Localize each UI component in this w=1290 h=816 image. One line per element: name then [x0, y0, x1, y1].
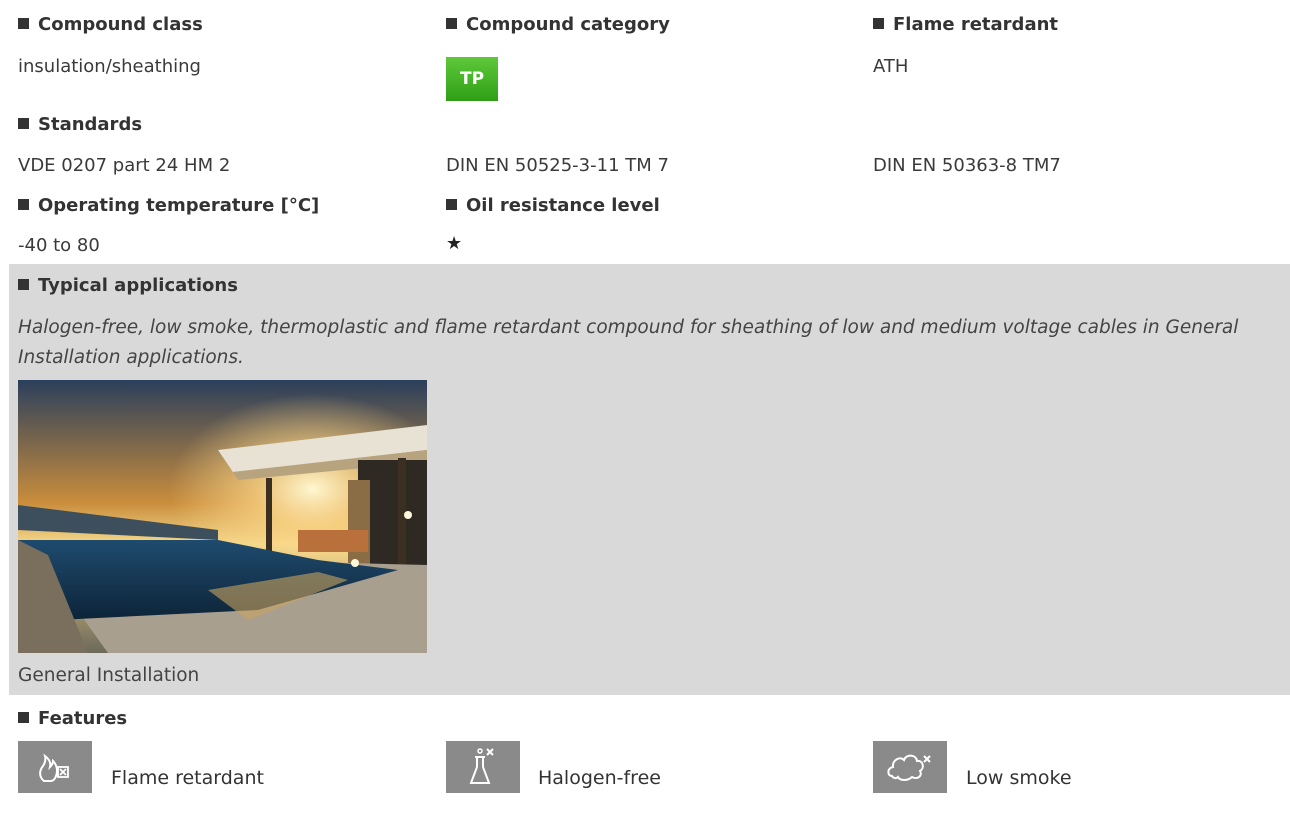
oil-resistance-heading: Oil resistance level — [446, 195, 660, 216]
flame-retardant-heading-text: Flame retardant — [893, 14, 1059, 35]
typical-applications-description: Halogen-free, low smoke, thermoplastic a… — [18, 317, 1239, 368]
bullet-square-icon — [18, 712, 29, 723]
standard-item: DIN EN 50363-8 TM7 — [873, 155, 1061, 176]
compound-class-heading-text: Compound class — [38, 14, 203, 35]
oil-resistance-stars: ★ — [446, 233, 463, 254]
flame-retardant-value: ATH — [873, 56, 909, 77]
standard-item: VDE 0207 part 24 HM 2 — [18, 155, 231, 176]
standards-heading-text: Standards — [38, 114, 143, 135]
general-installation-caption: General Installation — [18, 665, 200, 686]
bullet-square-icon — [18, 18, 29, 29]
compound-class-value: insulation/sheathing — [18, 56, 201, 77]
compound-class-heading: Compound class — [18, 14, 203, 35]
typical-applications-heading-text: Typical applications — [38, 275, 238, 296]
standards-heading: Standards — [18, 114, 142, 135]
compound-category-badge: TP — [446, 57, 498, 101]
features-heading: Features — [18, 708, 127, 729]
feature-label-low-smoke: Low smoke — [966, 767, 1072, 789]
feature-label-flame-retardant: Flame retardant — [111, 767, 264, 789]
low-smoke-icon — [873, 741, 947, 793]
features-heading-text: Features — [38, 708, 128, 729]
compound-category-heading-text: Compound category — [466, 14, 670, 35]
operating-temperature-heading-text: Operating temperature [°C] — [38, 195, 320, 216]
oil-resistance-heading-text: Oil resistance level — [466, 195, 660, 216]
bullet-square-icon — [18, 118, 29, 129]
feature-label-halogen-free: Halogen-free — [538, 767, 661, 789]
bullet-square-icon — [873, 18, 884, 29]
general-installation-photo — [18, 380, 427, 653]
halogen-free-icon — [446, 741, 520, 793]
flame-retardant-icon — [18, 741, 92, 793]
operating-temperature-heading: Operating temperature [°C] — [18, 195, 319, 216]
bullet-square-icon — [446, 199, 457, 210]
bullet-square-icon — [18, 279, 29, 290]
operating-temperature-value: -40 to 80 — [18, 235, 100, 256]
bullet-square-icon — [18, 199, 29, 210]
bullet-square-icon — [446, 18, 457, 29]
standard-item: DIN EN 50525-3-11 TM 7 — [446, 155, 669, 176]
flame-retardant-heading: Flame retardant — [873, 14, 1058, 35]
typical-applications-heading: Typical applications — [18, 275, 238, 296]
compound-category-heading: Compound category — [446, 14, 670, 35]
